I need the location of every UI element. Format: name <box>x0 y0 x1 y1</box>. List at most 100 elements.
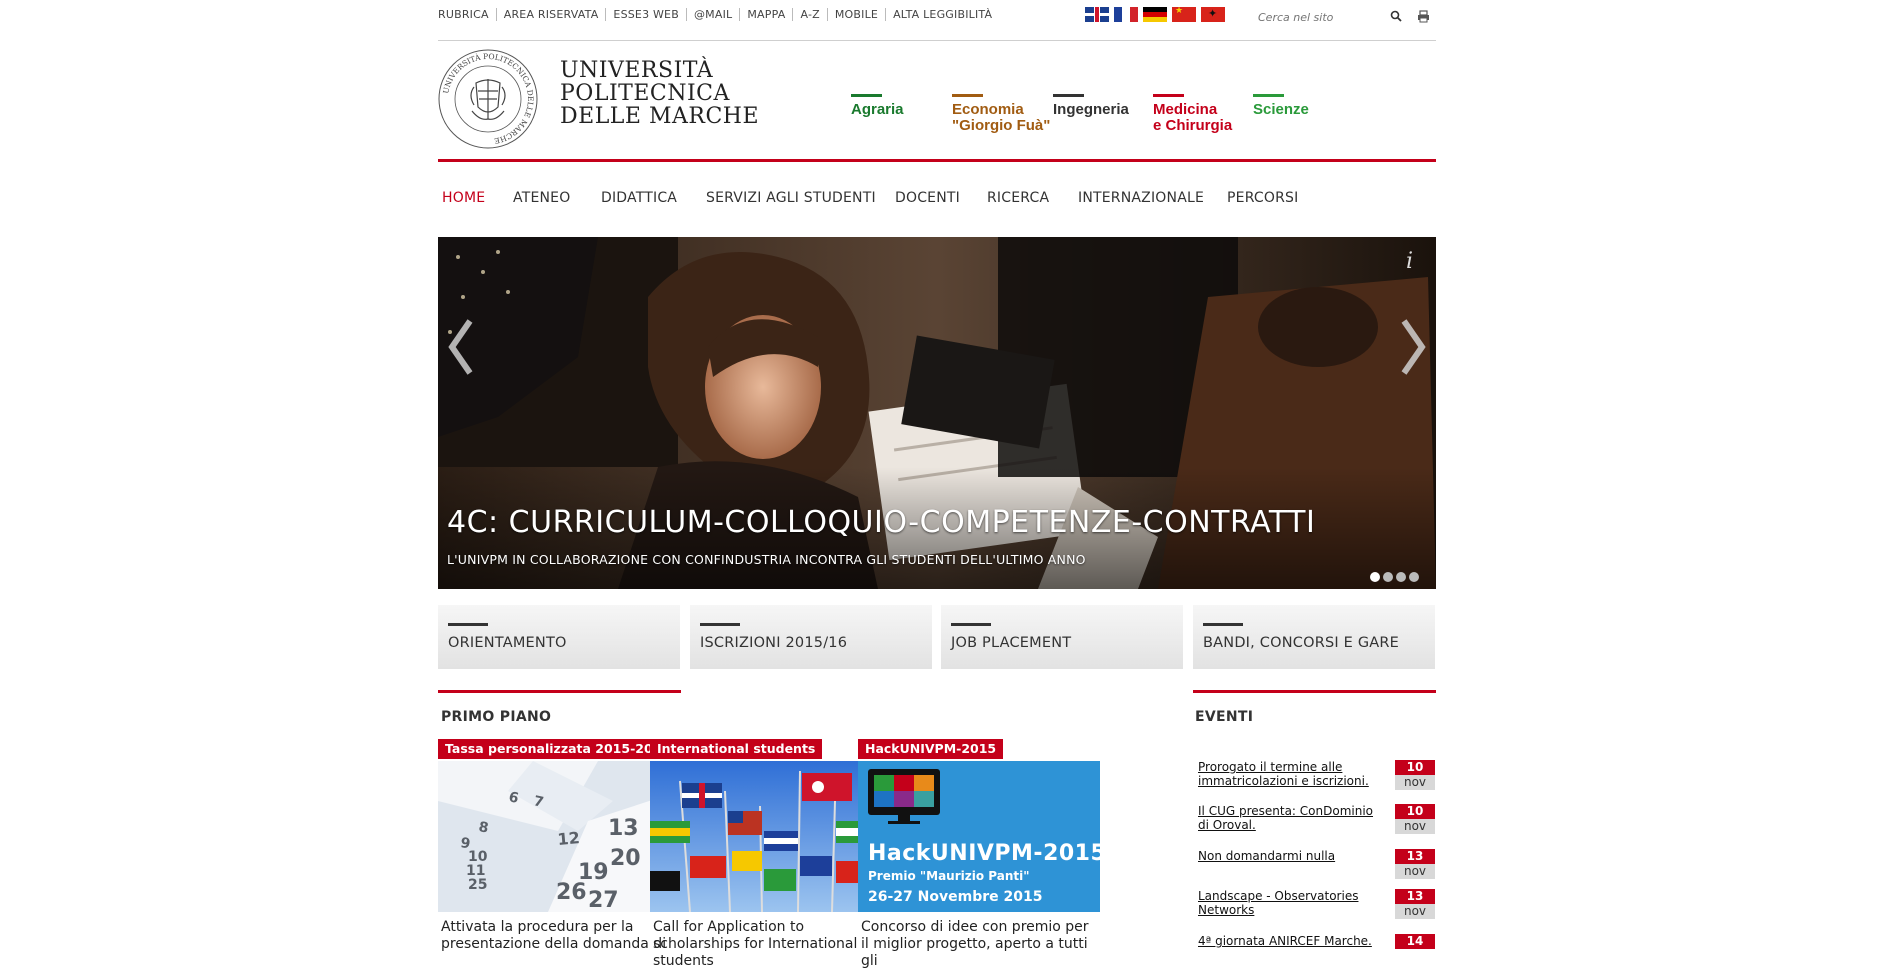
news-caption[interactable]: Concorso di idee con premio per il migli… <box>861 919 1097 970</box>
quicklink-bar <box>951 623 991 626</box>
print-icon[interactable] <box>1417 10 1430 23</box>
quicklink-bar <box>700 623 740 626</box>
hackunivpm-image-prize: Premio "Maurizio Panti" <box>868 869 1030 883</box>
university-name-line2: POLITECNICA <box>560 81 730 106</box>
faculty-link-ingegneria[interactable]: Ingegneria <box>1053 94 1129 118</box>
flag-english-icon[interactable] <box>1085 7 1109 22</box>
university-name-line3: DELLE MARCHE <box>560 104 760 129</box>
quicklink-label: ORIENTAMENTO <box>448 635 567 651</box>
event-link[interactable]: 4ª giornata ANIRCEF Marche. <box>1198 934 1383 948</box>
svg-text:13: 13 <box>608 816 639 841</box>
util-link-mail[interactable]: @MAIL <box>685 8 739 21</box>
event-day: 10 <box>1395 760 1435 775</box>
flag-chinese-icon[interactable] <box>1172 7 1196 22</box>
quicklink-iscrizioni[interactable]: ISCRIZIONI 2015/16 <box>690 605 932 669</box>
monitor-icon <box>868 769 940 824</box>
flag-french-icon[interactable] <box>1114 7 1138 22</box>
nav-item-percorsi[interactable]: PERCORSI <box>1227 190 1298 206</box>
svg-text:27: 27 <box>588 888 619 912</box>
event-day: 13 <box>1395 849 1435 864</box>
utility-bar: RUBRICA AREA RISERVATA ESSE3 WEB @MAIL MAPPA… <box>438 0 1436 41</box>
slider-next-arrow-icon[interactable] <box>1398 317 1428 377</box>
faculty-color-bar <box>952 94 983 97</box>
eventi-title: EVENTI <box>1195 709 1254 725</box>
news-tag[interactable]: International students <box>650 739 823 759</box>
news-tag[interactable]: HackUNIVPM-2015 <box>858 739 1004 759</box>
slider-prev-arrow-icon[interactable] <box>446 317 476 377</box>
quicklink-job-placement[interactable]: JOB PLACEMENT <box>941 605 1183 669</box>
calendar-image[interactable]: 6 7 8 9 10 11 12 13 19 20 25 26 27 <box>438 761 680 912</box>
slider-dot[interactable] <box>1383 572 1393 582</box>
info-icon[interactable]: i <box>1406 249 1413 274</box>
event-day: 10 <box>1395 804 1435 819</box>
faculty-color-bar <box>1253 94 1284 97</box>
nav-item-didattica[interactable]: DIDATTICA <box>601 190 677 206</box>
language-flags <box>1085 7 1230 22</box>
faculty-label-line2: "Giorgio Fuà" <box>952 117 1051 134</box>
svg-text:26: 26 <box>556 880 587 905</box>
nav-item-ricerca[interactable]: RICERCA <box>987 190 1049 206</box>
nav-item-home[interactable]: HOME <box>442 190 485 206</box>
quicklink-label: JOB PLACEMENT <box>951 635 1072 651</box>
slider-dots <box>1370 567 1422 586</box>
faculty-label: Medicina <box>1153 101 1218 118</box>
util-link-esse3[interactable]: ESSE3 WEB <box>605 8 686 21</box>
nav-item-docenti[interactable]: DOCENTI <box>895 190 960 206</box>
util-link-area-riservata[interactable]: AREA RISERVATA <box>495 8 606 21</box>
event-link[interactable]: Non domandarmi nulla <box>1198 849 1383 863</box>
news-tag[interactable]: Tassa personalizzata 2015-2016 <box>438 739 678 759</box>
faculty-color-bar <box>1153 94 1184 97</box>
nav-item-internazionale[interactable]: INTERNAZIONALE <box>1078 190 1204 206</box>
faculty-label: Scienze <box>1253 101 1309 118</box>
slider-dot[interactable] <box>1409 572 1419 582</box>
quicklink-label: ISCRIZIONI 2015/16 <box>700 635 848 651</box>
event-day: 13 <box>1395 889 1435 904</box>
event-link[interactable]: Il CUG presenta: ConDominio di Oroval. <box>1198 804 1383 832</box>
faculty-color-bar <box>1053 94 1084 97</box>
utility-links: RUBRICA AREA RISERVATA ESSE3 WEB @MAIL MAPPA… <box>438 8 999 21</box>
svg-text:12: 12 <box>557 828 581 849</box>
faculty-link-economia[interactable]: Economia "Giorgio Fuà" <box>952 94 1050 134</box>
slider-dot[interactable] <box>1370 572 1380 582</box>
search-input[interactable] <box>1256 6 1386 28</box>
util-link-mobile[interactable]: MOBILE <box>826 8 885 21</box>
header-divider <box>438 159 1436 162</box>
flag-german-icon[interactable] <box>1143 7 1167 22</box>
util-link-a-z[interactable]: A-Z <box>792 8 826 21</box>
nav-item-servizi-studenti[interactable]: SERVIZI AGLI STUDENTI <box>706 190 876 206</box>
faculty-label-line2: e Chirurgia <box>1153 117 1233 134</box>
university-name-line1: UNIVERSITÀ <box>560 58 714 83</box>
hackunivpm-image-title: HackUNIVPM-2015 <box>868 841 1100 866</box>
hero-slider[interactable]: 4C: CURRICULUM-COLLOQUIO-COMPETENZE-CONT… <box>438 237 1436 589</box>
event-link[interactable]: Landscape - Observatories Networks <box>1198 889 1383 917</box>
nav-item-ateneo[interactable]: ATENEO <box>513 190 570 206</box>
university-name[interactable]: UNIVERSITÀ POLITECNICA DELLE MARCHE <box>560 59 759 128</box>
eventi-divider <box>1193 690 1436 693</box>
quicklink-bar <box>1203 623 1243 626</box>
svg-text:25: 25 <box>468 877 487 893</box>
university-seal-logo[interactable]: UNIVERSITÀ POLITECNICA DELLE MARCHE <box>438 49 538 149</box>
quicklink-label: BANDI, CONCORSI E GARE <box>1203 635 1400 651</box>
util-link-rubrica[interactable]: RUBRICA <box>438 8 496 21</box>
search-icon[interactable] <box>1390 10 1402 22</box>
hero-title[interactable]: 4C: CURRICULUM-COLLOQUIO-COMPETENZE-CONT… <box>447 505 1315 540</box>
slider-dot[interactable] <box>1396 572 1406 582</box>
util-link-mappa[interactable]: MAPPA <box>739 8 792 21</box>
util-link-alta-leggibilita[interactable]: ALTA LEGGIBILITÀ <box>885 8 999 21</box>
flag-albanian-icon[interactable] <box>1201 7 1225 22</box>
hackunivpm-image-date: 26-27 Novembre 2015 <box>868 889 1043 905</box>
flags-image[interactable] <box>650 761 892 912</box>
faculty-link-agraria[interactable]: Agraria <box>851 94 904 118</box>
news-caption[interactable]: Call for Application to scholarships for… <box>653 919 889 970</box>
faculty-label: Agraria <box>851 101 904 118</box>
news-caption[interactable]: Attivata la procedura per la presentazio… <box>441 919 677 953</box>
hackunivpm-image[interactable]: HackUNIVPM-2015 Premio "Maurizio Panti" … <box>858 761 1100 912</box>
quicklink-bandi[interactable]: BANDI, CONCORSI E GARE <box>1193 605 1435 669</box>
faculty-color-bar <box>851 94 882 97</box>
quicklink-orientamento[interactable]: ORIENTAMENTO <box>438 605 680 669</box>
faculty-link-medicina[interactable]: Medicina e Chirurgia <box>1153 94 1232 134</box>
faculty-label: Economia <box>952 101 1024 118</box>
faculty-link-scienze[interactable]: Scienze <box>1253 94 1309 118</box>
event-link[interactable]: Prorogato il termine alle immatricolazio… <box>1198 760 1383 788</box>
site-header: UNIVERSITÀ POLITECNICA DELLE MARCHE UNIV… <box>438 41 1436 162</box>
